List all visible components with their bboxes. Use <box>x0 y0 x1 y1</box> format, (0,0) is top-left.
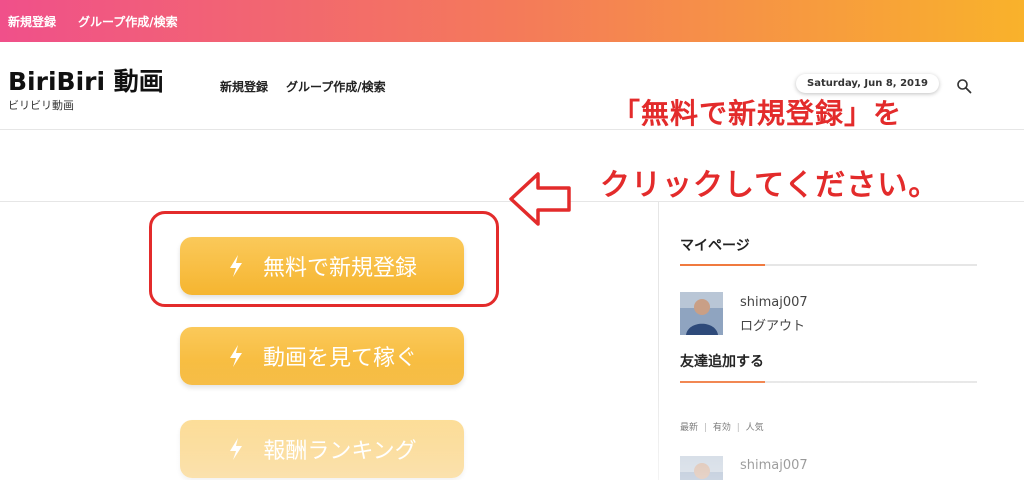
reward-ranking-button[interactable]: 報酬ランキング <box>180 420 464 478</box>
filter-latest-tab[interactable]: 最新 <box>680 423 698 433</box>
mypage-username[interactable]: shimaj007 <box>740 295 808 310</box>
free-register-button[interactable]: 無料で新規登録 <box>180 237 464 295</box>
user-avatar[interactable] <box>680 292 723 335</box>
instruction-callout-line1: 「無料で新規登録」を <box>612 97 903 130</box>
logout-link[interactable]: ログアウト <box>740 315 805 334</box>
friend-avatar[interactable] <box>680 456 723 480</box>
top-nav-register-link[interactable]: 新規登録 <box>8 13 56 30</box>
site-title[interactable]: BiriBiri 動画 <box>8 62 164 98</box>
left-arrow-icon <box>509 172 571 226</box>
top-nav-group-link[interactable]: グループ作成/検索 <box>78 13 178 30</box>
lightning-bolt-icon <box>230 438 243 460</box>
lightning-bolt-icon <box>229 345 242 367</box>
friend-filter-tabs: 最新 | 有効 | 人気 <box>680 420 764 433</box>
friend-username[interactable]: shimaj007 <box>740 458 808 473</box>
lightning-bolt-icon <box>229 255 242 277</box>
search-icon[interactable] <box>956 78 972 94</box>
mypage-title-underline <box>680 264 977 266</box>
add-friends-title-underline <box>680 381 977 383</box>
main-nav-register-link[interactable]: 新規登録 <box>220 78 268 95</box>
add-friends-widget-title: 友達追加する <box>680 354 764 370</box>
instruction-callout-line2: クリックしてください。 <box>600 168 940 203</box>
main-nav-group-link[interactable]: グループ作成/検索 <box>286 78 386 95</box>
sidebar-divider <box>658 202 659 480</box>
date-badge: Saturday, Jun 8, 2019 <box>796 74 939 93</box>
site-tagline: ビリビリ動画 <box>8 99 74 112</box>
mypage-widget-title: マイページ <box>680 238 750 254</box>
watch-and-earn-label: 動画を見て稼ぐ <box>262 346 417 371</box>
filter-popular-tab[interactable]: 人気 <box>746 423 764 433</box>
filter-separator: | <box>703 423 707 433</box>
filter-active-tab[interactable]: 有効 <box>713 423 731 433</box>
top-nav-bar: 新規登録 グループ作成/検索 <box>0 0 1024 42</box>
bottom-fade-overlay <box>0 360 1024 480</box>
main-nav: 新規登録 グループ作成/検索 <box>220 78 386 95</box>
free-register-label: 無料で新規登録 <box>262 256 417 281</box>
filter-separator: | <box>736 423 740 433</box>
watch-and-earn-button[interactable]: 動画を見て稼ぐ <box>180 327 464 385</box>
reward-ranking-label: 報酬ランキング <box>263 439 417 464</box>
